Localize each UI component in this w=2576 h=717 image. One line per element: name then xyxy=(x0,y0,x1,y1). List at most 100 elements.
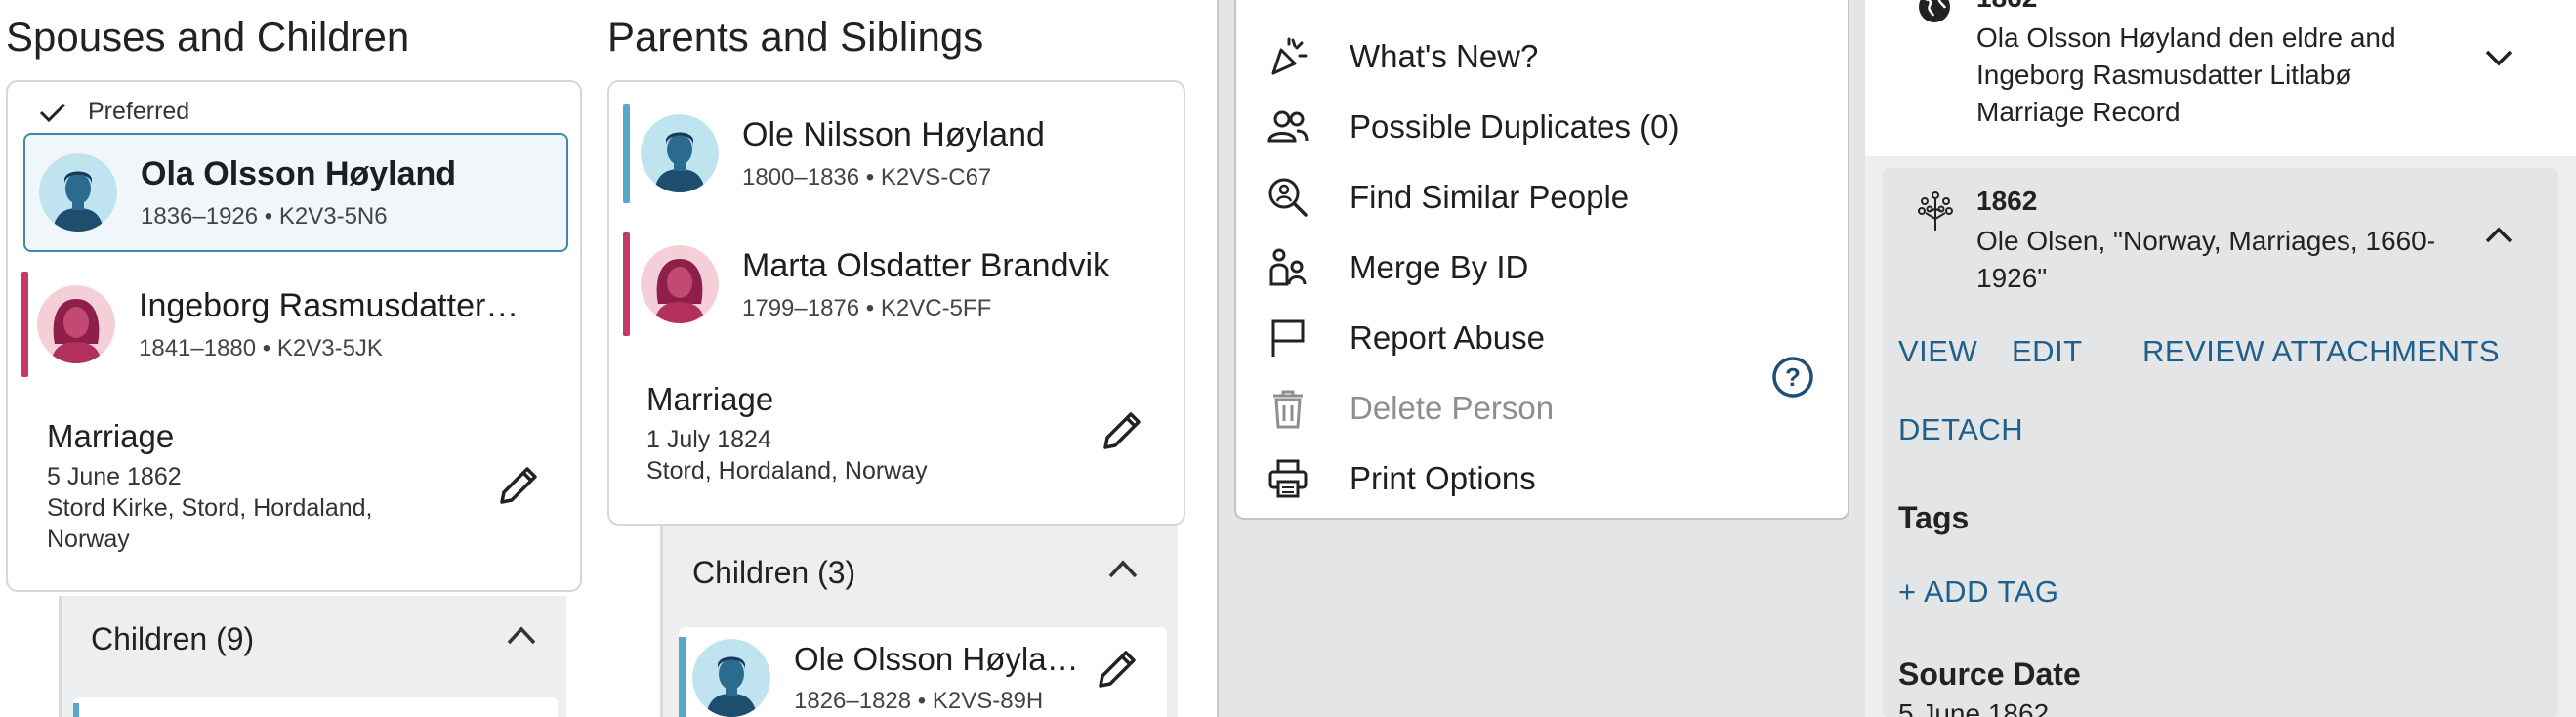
collapse-children-button[interactable] xyxy=(505,623,538,652)
marriage-date: 1 July 1824 xyxy=(646,426,771,453)
marriage-label: Marriage xyxy=(646,381,774,417)
pencil-icon xyxy=(1103,412,1141,449)
marriage-label: Marriage xyxy=(47,418,175,454)
person-tools-menu: What's New? Possible Duplicates (0) Find… xyxy=(1234,0,1849,520)
edit-child-button[interactable] xyxy=(1095,647,1140,696)
sibling-children-section: Children (3) Ole Olsson Høyla… 1826–1828… xyxy=(660,526,1178,717)
marriage-place-line1: Stord Kirke, Stord, Hordaland, xyxy=(47,494,373,522)
merge-people-icon xyxy=(1266,245,1310,290)
female-indicator-bar xyxy=(623,232,630,336)
help-button[interactable]: ? xyxy=(1771,356,1814,403)
source-date-value: 5 June 1862 xyxy=(1898,698,2050,717)
parents-card: Ole Nilsson Høyland 1800–1836 • K2VS-C67… xyxy=(607,80,1185,526)
spouse-person-ingeborg[interactable]: Ingeborg Rasmusdatter… 1841–1880 • K2V3-… xyxy=(21,266,568,383)
source-item-1[interactable]: 1862 Ola Olsson Høyland den eldre and In… xyxy=(1865,0,2576,156)
source-title-line2: 1926" xyxy=(1976,263,2048,293)
menu-item-label: Print Options xyxy=(1350,460,1536,496)
tags-heading: Tags xyxy=(1898,500,1970,535)
menu-item-label: Find Similar People xyxy=(1350,179,1630,215)
person-meta: 1841–1880 • K2V3-5JK xyxy=(139,334,383,361)
person-meta: 1799–1876 • K2VC-5FF xyxy=(742,294,992,321)
source-title-line3: Marriage Record xyxy=(1976,97,2181,127)
parent-person-marta[interactable]: Marta Olsdatter Brandvik 1799–1876 • K2V… xyxy=(609,225,1184,344)
menu-item-label: Merge By ID xyxy=(1350,249,1529,285)
male-indicator-bar xyxy=(73,703,79,717)
menu-item-merge-by-id[interactable]: Merge By ID xyxy=(1266,238,1528,297)
child-card-ole[interactable]: Ole Olsson Høyla… 1826–1828 • K2VS-89H xyxy=(679,627,1167,717)
spouses-card: Preferred Ola Olsson Høyland 1836–1926 •… xyxy=(6,80,582,592)
check-icon xyxy=(39,103,66,122)
person-name[interactable]: Marta Olsdatter Brandvik xyxy=(742,247,1109,285)
spouse-children-section: Children (9) xyxy=(59,596,566,717)
pencil-icon xyxy=(1099,651,1136,688)
marriage-date: 5 June 1862 xyxy=(47,463,182,490)
male-avatar xyxy=(692,639,770,717)
chevron-up-icon xyxy=(507,626,536,645)
add-tag-button[interactable]: + ADD TAG xyxy=(1898,574,2058,610)
edit-marriage-button[interactable] xyxy=(496,463,541,513)
source-title-line1: Ola Olsson Høyland den eldre and xyxy=(1976,22,2396,53)
party-popper-icon xyxy=(1266,34,1310,79)
globe-icon xyxy=(1916,0,1953,30)
male-indicator-bar xyxy=(679,637,686,717)
detach-source-button[interactable]: DETACH xyxy=(1898,412,2023,447)
menu-item-delete-person[interactable]: Delete Person xyxy=(1266,379,1554,438)
menu-item-possible-duplicates[interactable]: Possible Duplicates (0) xyxy=(1266,98,1679,156)
children-toggle-label[interactable]: Children (9) xyxy=(91,621,254,657)
tree-icon xyxy=(1916,190,1955,237)
preferred-label: Preferred xyxy=(88,98,190,125)
female-indicator-bar xyxy=(21,272,28,377)
source-year: 1862 xyxy=(1976,0,2037,14)
person-name[interactable]: Ole Nilsson Høyland xyxy=(742,116,1045,154)
menu-item-print-options[interactable]: Print Options xyxy=(1266,449,1536,508)
expand-source-button[interactable] xyxy=(2484,47,2514,73)
marriage-place-line2: Norway xyxy=(47,526,130,553)
person-name[interactable]: Ola Olsson Høyland xyxy=(141,155,456,193)
female-avatar xyxy=(37,285,115,363)
help-question-icon: ? xyxy=(1772,357,1813,398)
chevron-up-icon xyxy=(2485,227,2513,243)
menu-item-whats-new[interactable]: What's New? xyxy=(1266,27,1538,86)
sources-panel: 1862 Ola Olsson Høyland den eldre and In… xyxy=(1865,0,2576,717)
person-meta: 1800–1836 • K2VS-C67 xyxy=(742,163,992,190)
collapse-children-button[interactable] xyxy=(1106,557,1140,585)
spouse-person-ola[interactable]: Ola Olsson Høyland 1836–1926 • K2V3-5N6 xyxy=(23,133,568,252)
flag-icon xyxy=(1266,316,1310,360)
view-source-button[interactable]: VIEW xyxy=(1898,334,1977,369)
spouses-title: Spouses and Children xyxy=(6,14,410,60)
person-name[interactable]: Ole Olsson Høyla… xyxy=(794,641,1079,678)
chevron-down-icon xyxy=(2485,50,2513,66)
person-name[interactable]: Ingeborg Rasmusdatter… xyxy=(139,287,519,325)
person-search-icon xyxy=(1266,175,1310,220)
source-title-line2: Ingeborg Rasmusdatter Litlabø xyxy=(1976,60,2352,90)
edit-source-button[interactable]: EDIT xyxy=(2012,334,2083,369)
children-toggle-label[interactable]: Children (3) xyxy=(692,555,855,591)
menu-item-label: Report Abuse xyxy=(1350,319,1545,356)
menu-item-label: What's New? xyxy=(1350,38,1539,74)
chevron-up-icon xyxy=(1108,560,1138,578)
menu-item-report-abuse[interactable]: Report Abuse xyxy=(1266,309,1545,367)
edit-marriage-button[interactable] xyxy=(1100,408,1144,458)
menu-item-label: Possible Duplicates (0) xyxy=(1350,108,1680,145)
marriage-place: Stord, Hordaland, Norway xyxy=(646,457,928,485)
printer-icon xyxy=(1266,456,1310,501)
people-icon xyxy=(1266,105,1310,149)
person-meta: 1836–1926 • K2V3-5N6 xyxy=(141,202,388,230)
preferred-row: Preferred xyxy=(39,98,189,126)
child-card-partial[interactable] xyxy=(73,697,558,717)
pencil-icon xyxy=(500,467,537,504)
source-title-line1: Ole Olsen, "Norway, Marriages, 1660- xyxy=(1976,226,2436,256)
trash-icon xyxy=(1266,386,1310,431)
menu-item-find-similar[interactable]: Find Similar People xyxy=(1266,168,1629,227)
collapse-source-button[interactable] xyxy=(2484,225,2514,251)
source-date-heading: Source Date xyxy=(1898,656,2081,692)
male-avatar xyxy=(641,114,719,192)
svg-text:?: ? xyxy=(1785,362,1801,392)
review-attachments-button[interactable]: REVIEW ATTACHMENTS xyxy=(2142,334,2500,369)
male-indicator-bar xyxy=(623,104,630,203)
parent-person-ole[interactable]: Ole Nilsson Høyland 1800–1836 • K2VS-C67 xyxy=(609,94,1184,213)
female-avatar xyxy=(641,245,719,323)
parents-title: Parents and Siblings xyxy=(607,14,984,60)
person-meta: 1826–1828 • K2VS-89H xyxy=(794,688,1044,714)
source-item-2: 1862 Ole Olsen, "Norway, Marriages, 1660… xyxy=(1883,168,2558,717)
